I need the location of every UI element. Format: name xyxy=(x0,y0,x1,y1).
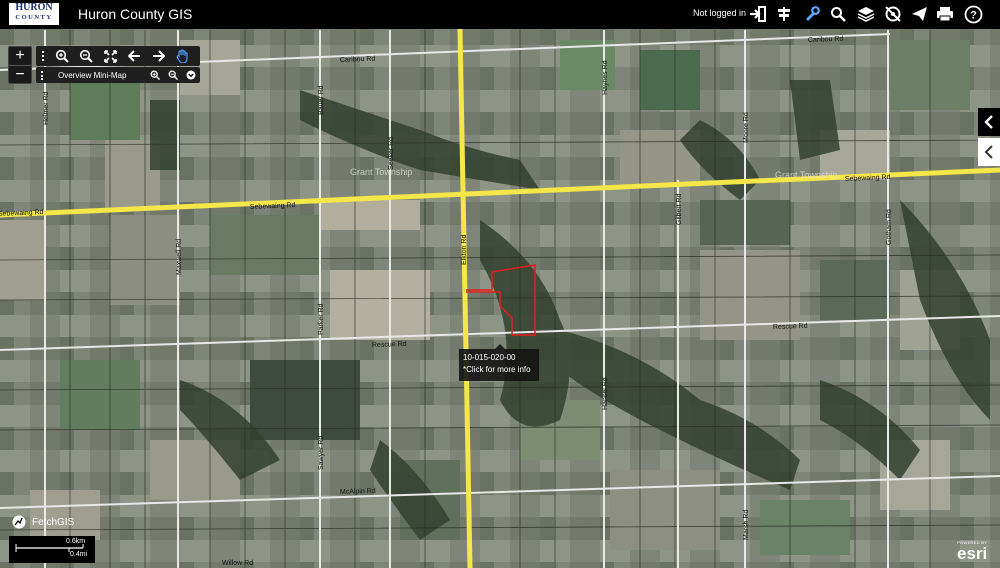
app-header: HURON COUNTY Huron County GIS Not logged… xyxy=(0,0,1000,29)
minimap-zoom-in-icon[interactable] xyxy=(146,67,164,83)
scale-km: 0.6km xyxy=(66,538,86,545)
svg-text:?: ? xyxy=(970,9,977,21)
parcel-id: 10-015-020-00 xyxy=(463,353,516,362)
road-label: Maxwell Rd xyxy=(176,239,183,275)
zoom-in-icon[interactable] xyxy=(50,46,74,66)
pan-hand-icon[interactable] xyxy=(170,46,194,66)
esri-attribution[interactable]: POWERED BY esri xyxy=(957,540,987,562)
toolbar-menu-handle[interactable] xyxy=(36,46,50,66)
road-label: Rescue Rd xyxy=(773,323,808,331)
road-label: Helmer Rd xyxy=(43,91,50,125)
secondary-panel-tab[interactable] xyxy=(978,138,1000,166)
road-label: Caribou Rd xyxy=(340,56,376,64)
road-label: Gilbert Rd xyxy=(676,193,683,225)
zoom-in-button[interactable]: + xyxy=(9,47,31,65)
esri-logo: esri xyxy=(957,544,988,563)
print-icon[interactable] xyxy=(935,4,955,24)
road-label: Marsh Rd xyxy=(743,510,750,540)
minimap-zoom-out-icon[interactable] xyxy=(164,67,182,83)
parcel-hint: *Click for more info xyxy=(463,365,531,374)
search-icon[interactable] xyxy=(828,4,848,24)
minimap-label[interactable]: Overview Mini-Map xyxy=(58,71,126,80)
township-label: Grant Township xyxy=(350,167,412,177)
identify-icon[interactable] xyxy=(883,4,903,24)
road-label: Caribou Rd xyxy=(808,36,844,44)
overview-minimap-bar: Overview Mini-Map xyxy=(36,67,200,83)
back-arrow-icon[interactable] xyxy=(122,46,146,66)
road-label: Bauer Rd xyxy=(318,85,325,115)
wrench-icon[interactable] xyxy=(802,4,822,24)
road-label: Parker Rd xyxy=(318,303,325,335)
help-icon[interactable]: ? xyxy=(963,4,983,24)
road-label: Sawyer Rd xyxy=(318,436,325,470)
zoom-control: + − xyxy=(8,46,32,84)
logo-line2: COUNTY xyxy=(15,14,53,21)
login-status[interactable]: Not logged in xyxy=(693,8,746,18)
road-label: Haynes Rd xyxy=(602,60,609,95)
parcel-tooltip[interactable]: 10-015-020-00 *Click for more info xyxy=(459,344,539,381)
road-label: Seeker Rd xyxy=(388,137,395,170)
township-label: Grant Township xyxy=(775,170,837,180)
fetchgis-brand[interactable]: FetchGIS xyxy=(12,515,74,529)
scale-bar: 0.6km 0.4mi xyxy=(9,536,95,563)
login-icon[interactable] xyxy=(748,4,768,24)
layers-icon[interactable] xyxy=(856,4,876,24)
scale-mi: 0.4mi xyxy=(70,551,88,558)
road-label: Gotham Rd xyxy=(886,209,893,245)
road-label: Moore Rd xyxy=(743,112,750,143)
huron-county-logo[interactable]: HURON COUNTY xyxy=(9,3,59,25)
chevron-left-icon xyxy=(984,115,993,129)
zoom-out-button[interactable]: − xyxy=(9,65,31,84)
road-label: Hansel Rd xyxy=(602,377,609,410)
zoom-out-icon[interactable] xyxy=(74,46,98,66)
send-icon[interactable] xyxy=(909,4,929,24)
minimap-expand-icon[interactable] xyxy=(182,67,200,83)
fetchgis-logo-icon xyxy=(12,515,26,529)
full-extent-icon[interactable] xyxy=(98,46,122,66)
road-label: Elkton Rd xyxy=(461,235,468,265)
forward-arrow-icon[interactable] xyxy=(146,46,170,66)
signpost-icon[interactable] xyxy=(774,4,794,24)
road-label: McAlpin Rd xyxy=(340,488,376,496)
map-toolbar xyxy=(36,46,200,66)
road-label: Willow Rd xyxy=(222,560,253,567)
map-view[interactable]: Caribou Rd Caribou Rd Sebewaing Rd Sebew… xyxy=(0,29,1000,568)
minimap-menu-handle[interactable] xyxy=(41,71,43,80)
fetchgis-label: FetchGIS xyxy=(32,516,75,528)
chevron-left-icon xyxy=(984,145,993,159)
panel-toggle-tab[interactable] xyxy=(978,108,1000,136)
logo-line1: HURON xyxy=(15,2,53,13)
app-title: Huron County GIS xyxy=(78,6,193,22)
road-label: Rescue Rd xyxy=(372,341,407,349)
